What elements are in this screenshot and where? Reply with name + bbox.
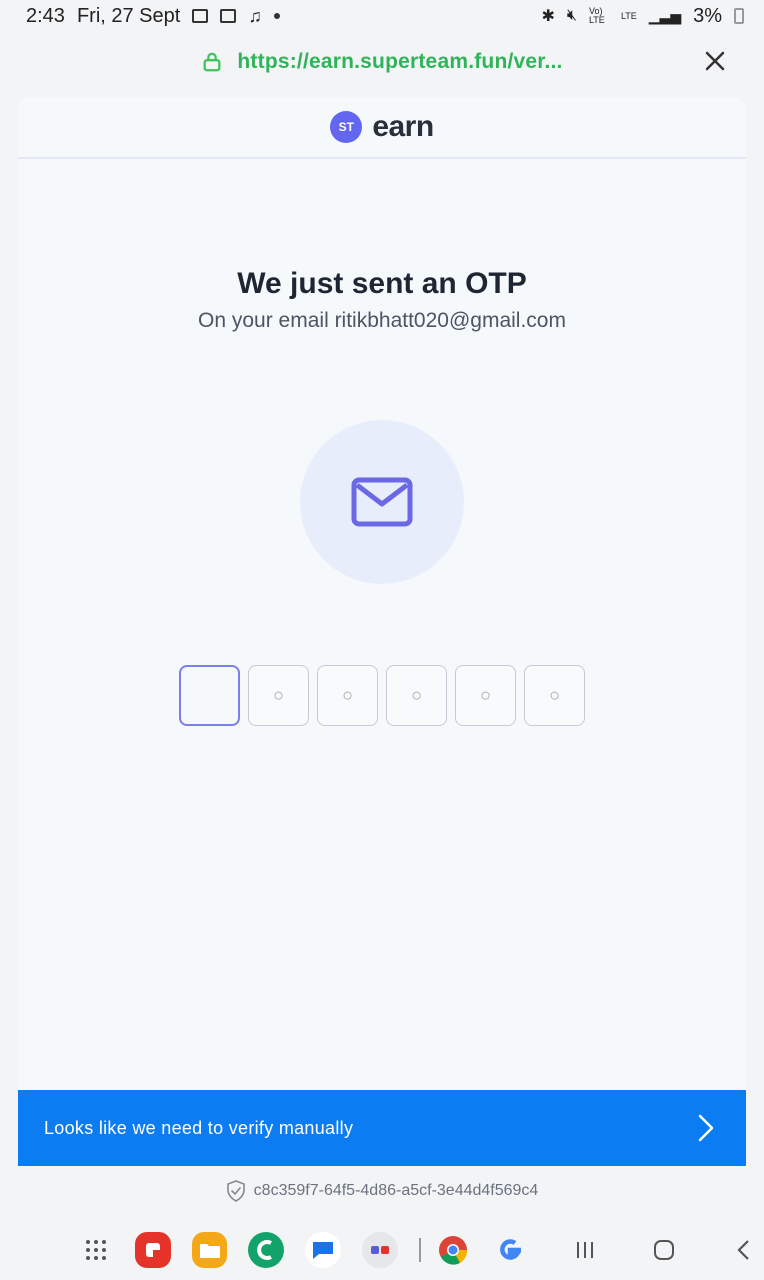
url-container[interactable]: https://earn.superteam.fun/ver...: [201, 50, 562, 74]
close-icon[interactable]: [702, 48, 728, 74]
status-bar: 2:43 Fri, 27 Sept ♫ ✱ 🔇︎ Vo) LTE LTE ▁▃▅…: [0, 0, 764, 32]
url-text[interactable]: https://earn.superteam.fun/ver...: [237, 50, 562, 74]
verify-manually-banner[interactable]: Looks like we need to verify manually: [18, 1090, 746, 1166]
web-content: ST earn We just sent an OTP On your emai…: [18, 97, 746, 1167]
mail-icon-circle: [300, 420, 464, 584]
folder-app-icon[interactable]: [362, 1232, 398, 1268]
files-app-icon[interactable]: [191, 1232, 228, 1268]
otp-digit-2[interactable]: ○: [248, 665, 309, 726]
apps-grid-icon[interactable]: [78, 1232, 114, 1268]
site-header: ST earn: [18, 97, 746, 159]
recents-icon[interactable]: [565, 1230, 605, 1270]
green-app-icon[interactable]: [248, 1232, 285, 1268]
gallery-notification-icon: [192, 9, 209, 23]
status-date: Fri, 27 Sept: [76, 4, 181, 27]
session-id: c8c359f7-64f5-4d86-a5cf-3e44d4f569c4: [253, 1182, 539, 1199]
otp-digit-4[interactable]: ○: [386, 665, 447, 726]
status-right: ✱ 🔇︎ Vo) LTE LTE ▁▃▅ 3%: [541, 5, 744, 28]
volte-label: Vo) LTE: [588, 6, 605, 25]
verify-manually-label: Looks like we need to verify manually: [44, 1117, 354, 1138]
music-notification-icon: ♫: [248, 5, 262, 26]
messages-app-icon[interactable]: [305, 1232, 342, 1268]
signal-icon: ▁▃▅: [648, 7, 682, 24]
site-logo-text[interactable]: earn: [372, 110, 434, 144]
otp-input-group: ○ ○ ○ ○ ○: [179, 665, 585, 726]
status-left: 2:43 Fri, 27 Sept ♫: [26, 5, 280, 28]
google-app-icon[interactable]: [492, 1232, 528, 1268]
battery-icon: [734, 8, 744, 24]
otp-digit-3[interactable]: ○: [317, 665, 378, 726]
red-app-icon[interactable]: [134, 1232, 171, 1268]
mute-icon: 🔇︎: [566, 7, 577, 24]
page-subtitle: On your email ritikbhatt020@gmail.com: [198, 309, 566, 332]
home-icon[interactable]: [644, 1230, 684, 1270]
dock-separator: [418, 1238, 421, 1262]
lock-icon: [203, 52, 221, 72]
status-time: 2:43: [26, 4, 65, 27]
url-bar: https://earn.superteam.fun/ver...: [0, 36, 764, 88]
battery-percent: 3%: [693, 4, 722, 27]
shield-check-icon: [226, 1180, 245, 1202]
lte-label: LTE: [620, 11, 637, 21]
session-id-row: c8c359f7-64f5-4d86-a5cf-3e44d4f569c4: [0, 1180, 764, 1202]
otp-digit-6[interactable]: ○: [524, 665, 585, 726]
otp-digit-1[interactable]: [179, 665, 240, 726]
page-title: We just sent an OTP: [237, 267, 527, 300]
chevron-right-icon: [698, 1114, 714, 1142]
mail-icon: [351, 477, 413, 527]
bluetooth-icon: ✱: [541, 8, 555, 25]
back-icon[interactable]: [724, 1230, 764, 1270]
otp-digit-5[interactable]: ○: [455, 665, 516, 726]
site-logo-icon[interactable]: ST: [330, 111, 363, 143]
chrome-app-icon[interactable]: [435, 1232, 471, 1268]
bottom-nav: [0, 1222, 764, 1278]
more-notifications-icon: [273, 13, 280, 19]
news-notification-icon: [220, 9, 237, 23]
